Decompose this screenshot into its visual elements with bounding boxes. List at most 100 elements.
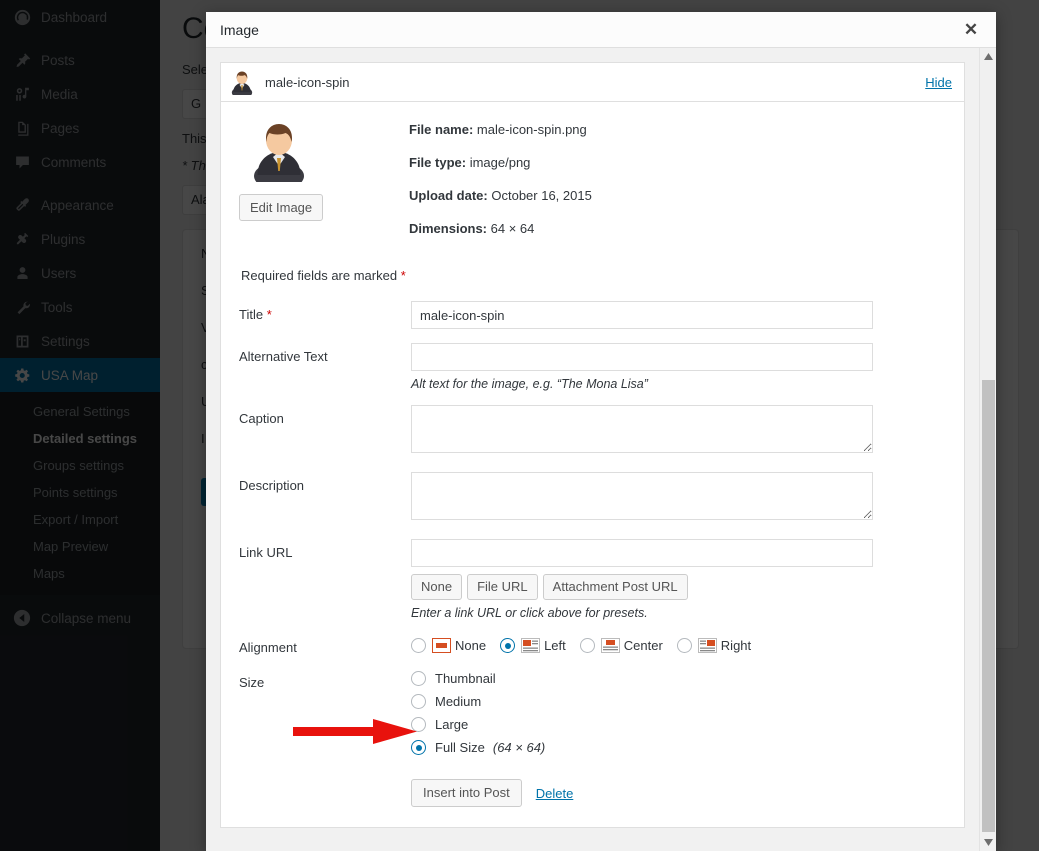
attachment-preview-column: Edit Image [239, 118, 409, 254]
title-label-wrap: Title * [239, 301, 411, 329]
align-none-icon [432, 638, 451, 653]
title-label: Title [239, 307, 264, 322]
link-url-hint: Enter a link URL or click above for pres… [411, 606, 648, 620]
alignment-radio-right[interactable] [676, 638, 692, 653]
attachment-header-row: male-icon-spin Hide [220, 62, 965, 102]
link-url-control: None File URL Attachment Post URL Enter … [411, 539, 946, 620]
size-option-large[interactable]: Large [411, 717, 946, 732]
size-option-medium[interactable]: Medium [411, 694, 946, 709]
alignment-label-right: Right [720, 638, 752, 653]
delete-link[interactable]: Delete [536, 786, 574, 801]
size-control: Thumbnail Medium Large Full Size (64 × 6… [411, 669, 946, 763]
modal-body: male-icon-spin Hide Edit Image File name… [206, 48, 996, 851]
attachment-meta-column: File name: male-icon-spin.png File type:… [409, 118, 946, 254]
attachment-details-panel: Edit Image File name: male-icon-spin.png… [220, 102, 965, 828]
caption-control [411, 405, 946, 458]
alignment-option-right[interactable]: Right [676, 638, 752, 653]
meta-file-type-label: File type: [409, 155, 467, 170]
size-label-medium: Medium [435, 694, 482, 709]
field-row-size: Size Thumbnail Medium Large Full Size (6… [239, 669, 946, 763]
meta-dimensions: Dimensions: 64 × 64 [409, 221, 946, 236]
size-radio-medium[interactable] [411, 694, 426, 709]
alignment-option-center[interactable]: Center [579, 638, 663, 653]
size-label-large: Large [435, 717, 469, 732]
modal-scroll-area: male-icon-spin Hide Edit Image File name… [206, 48, 979, 851]
size-option-thumbnail[interactable]: Thumbnail [411, 671, 946, 686]
link-url-presets: None File URL Attachment Post URL [411, 574, 946, 600]
attachment-meta-area: Edit Image File name: male-icon-spin.png… [239, 118, 946, 254]
alignment-control: None Left Center Right [411, 634, 946, 655]
meta-file-type: File type: image/png [409, 155, 946, 170]
alt-text-control: Alt text for the image, e.g. “The Mona L… [411, 343, 946, 391]
link-url-input[interactable] [411, 539, 873, 567]
modal-title: Image [220, 21, 259, 38]
size-dimensions-full-size: (64 × 64) [492, 740, 546, 755]
title-control [411, 301, 946, 329]
size-options: Thumbnail Medium Large Full Size (64 × 6… [411, 669, 946, 755]
title-required-marker: * [266, 307, 272, 322]
preset-file-url-button[interactable]: File URL [467, 574, 538, 600]
hide-link[interactable]: Hide [925, 75, 952, 90]
align-left-icon [521, 638, 541, 653]
size-label: Size [239, 675, 265, 690]
alignment-label-center: Center [623, 638, 663, 653]
size-option-full-size[interactable]: Full Size (64 × 64) [411, 740, 946, 755]
description-textarea[interactable] [411, 472, 873, 520]
alignment-option-none[interactable]: None [411, 638, 486, 653]
edit-image-button[interactable]: Edit Image [239, 194, 324, 221]
link-url-label: Link URL [239, 545, 293, 560]
alignment-label: Alignment [239, 640, 297, 655]
meta-dimensions-label: Dimensions: [409, 221, 488, 236]
alignment-label-left: Left [544, 638, 566, 653]
alignment-radio-center[interactable] [579, 638, 595, 653]
required-fields-text: Required fields are marked [241, 268, 398, 283]
field-row-description: Description [239, 472, 946, 525]
male-avatar-preview-icon [247, 118, 311, 190]
size-label-full-size: Full Size [435, 740, 485, 755]
description-control [411, 472, 946, 525]
scrollbar-thumb[interactable] [981, 380, 995, 832]
alignment-radio-none[interactable] [411, 638, 426, 653]
field-row-link-url: Link URL None File URL Attachment Post U… [239, 539, 946, 620]
meta-upload-date-label: Upload date: [409, 188, 488, 203]
meta-upload-date: Upload date: October 16, 2015 [409, 188, 946, 203]
meta-file-name: File name: male-icon-spin.png [409, 122, 946, 137]
required-asterisk: * [400, 268, 406, 283]
required-fields-note: Required fields are marked * [241, 268, 946, 283]
meta-file-name-label: File name: [409, 122, 474, 137]
alt-text-input[interactable] [411, 343, 873, 371]
size-radio-large[interactable] [411, 717, 426, 732]
preset-attachment-post-url-button[interactable]: Attachment Post URL [542, 574, 688, 600]
insert-into-post-button[interactable]: Insert into Post [411, 779, 522, 807]
caption-textarea[interactable] [411, 405, 873, 453]
size-label-thumbnail: Thumbnail [435, 671, 496, 686]
alignment-radio-left[interactable] [500, 638, 516, 653]
alt-text-hint: Alt text for the image, e.g. “The Mona L… [411, 377, 648, 391]
alignment-options: None Left Center Right [411, 634, 946, 653]
meta-file-name-value: male-icon-spin.png [476, 122, 587, 137]
size-radio-thumbnail[interactable] [411, 671, 426, 686]
field-row-alt-text: Alternative Text Alt text for the image,… [239, 343, 946, 391]
meta-upload-date-value: October 16, 2015 [491, 188, 592, 203]
attachment-name: male-icon-spin [265, 74, 350, 90]
meta-dimensions-value: 64 × 64 [490, 221, 535, 236]
size-radio-full-size[interactable] [411, 740, 426, 755]
scroll-down-arrow-icon[interactable] [980, 834, 997, 851]
field-row-title: Title * [239, 301, 946, 329]
align-center-icon [600, 638, 620, 653]
alt-text-label: Alternative Text [239, 349, 328, 364]
alignment-label-none: None [455, 638, 487, 653]
description-label: Description [239, 478, 305, 493]
scrollbar-track[interactable] [980, 65, 997, 834]
close-icon[interactable]: ✕ [958, 17, 984, 43]
title-input[interactable] [411, 301, 873, 329]
modal-scrollbar[interactable] [979, 48, 996, 851]
modal-title-bar: Image ✕ [206, 12, 996, 48]
meta-file-type-value: image/png [469, 155, 531, 170]
scroll-up-arrow-icon[interactable] [980, 48, 997, 65]
attachment-actions-row: Insert into Post Delete [239, 779, 946, 807]
preset-none-button[interactable]: None [411, 574, 463, 600]
field-row-caption: Caption [239, 405, 946, 458]
save-all-changes-row: Save all changes [220, 828, 965, 851]
alignment-option-left[interactable]: Left [500, 638, 566, 653]
